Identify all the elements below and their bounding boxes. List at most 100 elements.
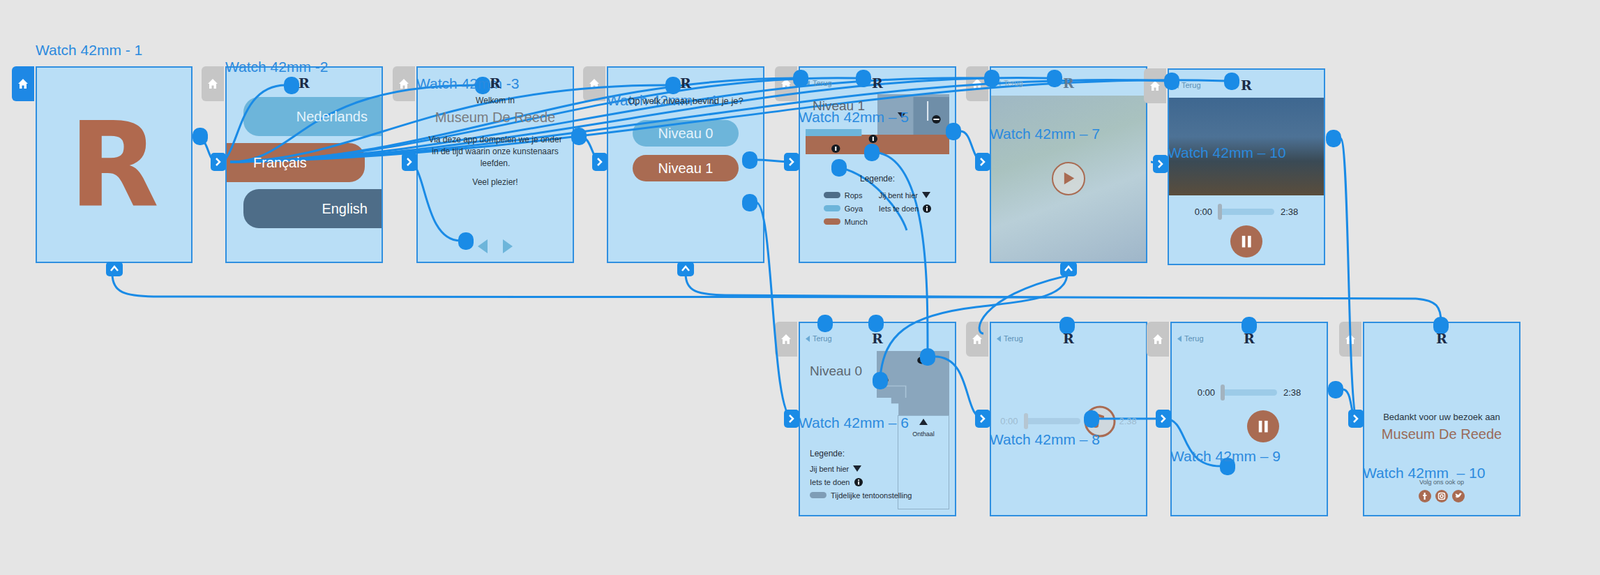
back-label[interactable]: Terug [1181, 80, 1202, 90]
back-link[interactable]: Terug [996, 334, 1063, 343]
header: TerugR [991, 322, 1146, 349]
connection-wires [0, 0, 1600, 575]
back-link[interactable]: Terug [1177, 334, 1244, 343]
artboard[interactable]: RWelkom inMuseum De ReedeVia deze app do… [416, 66, 575, 263]
legend-label: Munch [844, 217, 868, 226]
logo: R [1240, 77, 1252, 93]
back-link[interactable]: Terug [805, 78, 872, 88]
legend-label: Rops [844, 191, 863, 200]
back-link[interactable]: Terug [805, 334, 872, 343]
legend-item: Iets te doen [878, 202, 932, 215]
artboard[interactable]: TerugR0:002:38 [989, 321, 1148, 517]
artboard[interactable]: TerugR0:002:38 [1170, 321, 1328, 517]
home-tab[interactable] [774, 66, 798, 102]
back-label[interactable]: Terug [1003, 78, 1024, 88]
progress-track[interactable] [1221, 389, 1278, 396]
artboard[interactable]: R [35, 66, 193, 263]
home-tab[interactable] [965, 66, 989, 102]
legend-item: Iets te doen [809, 475, 877, 488]
progress-knob[interactable] [1220, 384, 1225, 401]
home-icon [207, 78, 219, 90]
logo: R [298, 75, 310, 91]
progress-track[interactable] [1218, 208, 1275, 215]
back-label[interactable]: Terug [812, 78, 833, 88]
home-tab[interactable] [1339, 321, 1362, 357]
facebook-icon[interactable] [1418, 489, 1432, 503]
level-label[interactable]: Niveau 1 [658, 160, 714, 177]
home-tab[interactable] [1143, 68, 1167, 104]
legend-swatch [823, 191, 841, 199]
progress-knob[interactable] [1217, 203, 1222, 220]
artboard[interactable]: ROp welk niveau bevind je je?Niveau 0Niv… [606, 66, 765, 263]
closing-text: Veel plezier! [472, 177, 518, 187]
instagram-icon[interactable] [1435, 489, 1448, 503]
language-button[interactable]: Nederlands [243, 96, 382, 137]
header: Terug R [1168, 69, 1324, 95]
back-label[interactable]: Terug [1003, 334, 1024, 343]
artboard[interactable]: TerugR [989, 66, 1148, 263]
floor-map[interactable]: Niveau 1 [805, 94, 950, 164]
home-tab[interactable] [201, 66, 224, 102]
artboard-label[interactable]: Watch 42mm – 5 [798, 108, 1600, 126]
next-icon[interactable] [502, 239, 513, 254]
back-link[interactable]: Terug [996, 78, 1063, 88]
back-link[interactable]: Terug [1174, 80, 1241, 90]
legend-item: Munch [823, 215, 868, 228]
pause-button-icon[interactable] [1230, 225, 1263, 258]
language-label[interactable]: Nederlands [296, 108, 368, 125]
home-tab[interactable] [583, 66, 606, 102]
back-label[interactable]: Terug [1184, 334, 1204, 343]
artboard[interactable]: R Nederlands Français English [225, 66, 383, 263]
previous-icon[interactable] [477, 239, 488, 254]
artboard[interactable]: RBedankt voor uw bezoek aanMuseum De Ree… [1362, 321, 1521, 517]
home-tab[interactable] [392, 66, 415, 102]
language-label[interactable]: English [321, 200, 368, 217]
twitter-icon[interactable] [1452, 489, 1465, 503]
pause-button-icon[interactable] [1247, 410, 1280, 443]
legend-label: Goya [844, 204, 863, 213]
artboard-label[interactable]: Watch 42mm – 4 [606, 92, 1600, 109]
prototype-canvas: Watch 42mm - 1RWatch 42mm -2RNederlandsF… [0, 0, 1600, 575]
level-button[interactable]: Niveau 1 [632, 154, 739, 182]
play-button-icon[interactable] [1051, 161, 1086, 196]
artboard-label[interactable]: Watch 42mm – 7 [989, 125, 1600, 143]
artboard-label[interactable]: Watch 42mm – 8 [989, 431, 1600, 448]
home-icon [588, 78, 600, 90]
map-label: Onthaal [912, 430, 935, 438]
home-icon [17, 78, 29, 90]
progress-track[interactable] [1024, 417, 1081, 425]
home-tab[interactable] [1146, 321, 1169, 357]
home-tab[interactable] [11, 66, 35, 102]
legend-item: Jij bent hier [809, 462, 877, 475]
back-arrow-icon [996, 335, 1002, 342]
home-icon [1149, 80, 1161, 92]
thanks-text: Bedankt voor uw bezoek aan [1383, 411, 1501, 422]
artboard-label[interactable]: Watch 42mm -2 [225, 58, 1600, 76]
home-icon [971, 333, 983, 345]
splash-logo: R [69, 106, 160, 224]
artboard[interactable]: TerugRNiveau 1Legende:RopsGoyaMunchJij b… [798, 66, 957, 263]
home-tab[interactable] [965, 321, 989, 357]
level-button[interactable]: Niveau 0 [632, 119, 739, 147]
level-title: Niveau 1 [805, 94, 950, 114]
language-button[interactable]: English [243, 189, 382, 229]
artboard[interactable]: TerugR0:002:38 [1167, 68, 1326, 266]
home-tab[interactable] [774, 321, 798, 357]
info-icon [854, 477, 863, 487]
home-icon [971, 78, 983, 90]
language-button[interactable]: Français [226, 142, 365, 183]
logo: R [871, 75, 883, 91]
progress-knob[interactable] [1023, 412, 1029, 429]
artboard-label[interactable]: Watch 42mm - 1 [35, 41, 1600, 59]
back-label[interactable]: Terug [812, 334, 833, 343]
intro-text: Via deze app dompelen we je onder in de … [426, 133, 565, 169]
back-arrow-icon [805, 80, 811, 87]
level-label[interactable]: Niveau 0 [658, 125, 714, 142]
entrance-marker-icon [919, 418, 928, 425]
artboard-label[interactable]: Watch 42mm – 10 [1167, 144, 1600, 162]
language-label[interactable]: Français [253, 154, 307, 171]
artboard-label[interactable]: Watch 42mm – 9 [1170, 447, 1600, 465]
you-are-here-icon [922, 191, 931, 199]
artboard-label[interactable]: Watch 42mm – 10 [1362, 464, 1600, 482]
museum-name: Museum De Reede [435, 109, 556, 126]
